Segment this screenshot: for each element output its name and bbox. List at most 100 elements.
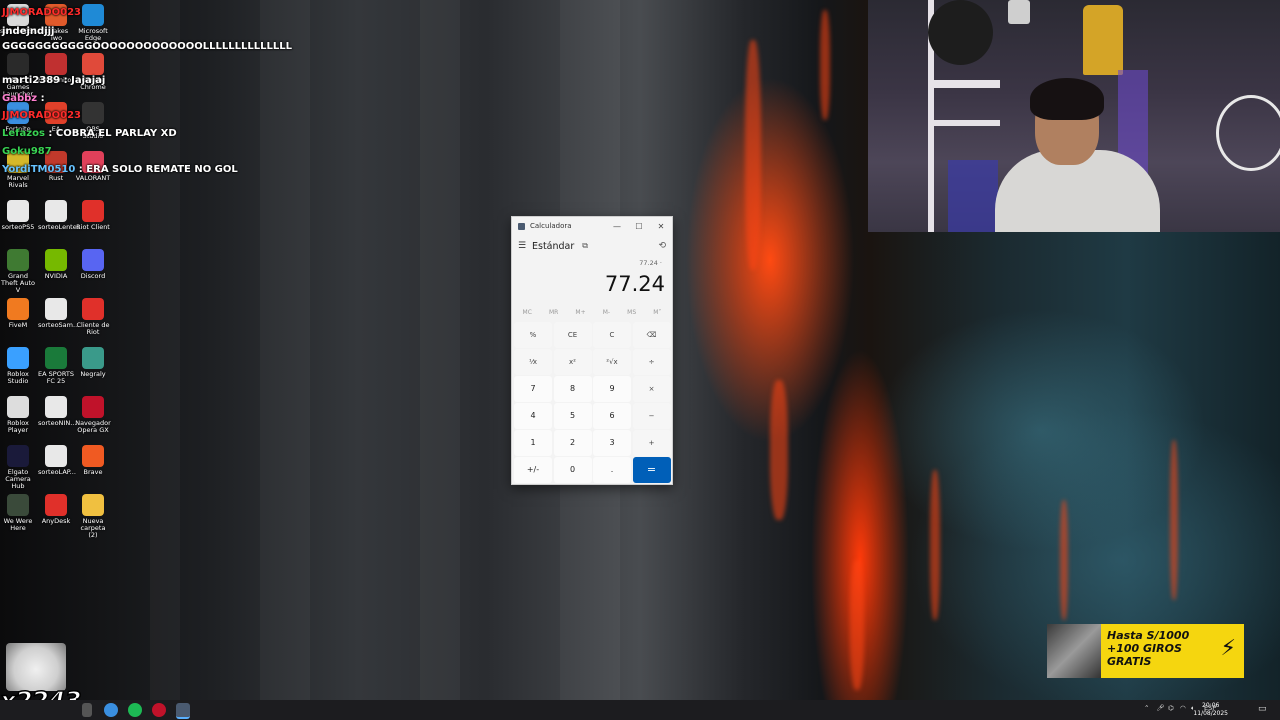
task-view-icon[interactable] <box>82 703 92 717</box>
digit-4-button[interactable]: 4 <box>514 403 552 429</box>
chat-username: marti2389 <box>2 75 61 86</box>
calculator-window[interactable]: Calculadora — ☐ ✕ ☰ Estándar ⧉ ⟲ 77.24 ·… <box>511 216 673 485</box>
calculator-titlebar[interactable]: Calculadora — ☐ ✕ <box>512 217 672 235</box>
memory-button[interactable]: M- <box>603 309 610 316</box>
desktop-icon[interactable]: sorteoSam... <box>38 298 79 329</box>
memory-button[interactable]: M˅ <box>653 309 661 316</box>
desktop-icon-label: Marvel Rivals <box>7 174 29 189</box>
fc25-icon <box>45 347 67 369</box>
bark-texture <box>260 0 310 700</box>
memory-button[interactable]: M+ <box>575 309 585 316</box>
add-button[interactable]: + <box>632 430 671 456</box>
calculator-taskbar-icon[interactable] <box>176 703 190 719</box>
keep-on-top-icon[interactable]: ⧉ <box>582 241 588 251</box>
desktop-icon[interactable]: Grand Theft Auto V <box>0 249 36 294</box>
desktop-icon[interactable]: Negraly <box>75 347 111 378</box>
desktop-icon[interactable]: Roblox Player <box>0 396 36 434</box>
desktop-icon[interactable]: Elgato Camera Hub <box>0 445 36 490</box>
clock[interactable]: 20:06 11/08/2025 <box>1193 702 1228 718</box>
tray-chevron-icon[interactable]: ⌃ <box>1144 704 1149 712</box>
chat-separator: : <box>60 75 72 86</box>
backspace-button[interactable]: ⌫ <box>632 322 671 348</box>
chat-username: JJMORADO023 <box>2 110 82 121</box>
digit-1-button[interactable]: 1 <box>514 430 552 456</box>
desktop-icon-label: Elgato Camera Hub <box>5 468 31 490</box>
riot-icon <box>82 298 104 320</box>
close-icon[interactable]: ✕ <box>650 222 672 231</box>
divide-button[interactable]: ÷ <box>632 349 671 375</box>
desktop-icon[interactable]: Navegador Opera GX <box>75 396 111 434</box>
digit-9-button[interactable]: 9 <box>593 376 631 402</box>
desktop-icon-label: Discord <box>80 272 106 280</box>
clear-button[interactable]: C <box>593 322 631 348</box>
clear-entry-button[interactable]: CE <box>553 322 592 348</box>
digit-8-button[interactable]: 8 <box>553 376 592 402</box>
desktop-icon[interactable]: Roblox Studio <box>0 347 36 385</box>
document-icon <box>45 298 67 320</box>
result-display: 77.24 <box>604 272 665 296</box>
digit-3-button[interactable]: 3 <box>593 430 631 456</box>
cat-emote-image <box>6 643 66 691</box>
desktop-icon[interactable]: sorteoNIN... <box>38 396 77 427</box>
promo-line-2: +100 GIROS <box>1107 642 1182 655</box>
promo-line-3: GRATIS <box>1107 655 1152 668</box>
digit-7-button[interactable]: 7 <box>514 376 552 402</box>
subtract-button[interactable]: − <box>632 403 671 429</box>
memory-button[interactable]: MS <box>627 309 636 316</box>
desktop-icon[interactable]: Riot Client <box>75 200 111 231</box>
percent-button[interactable]: % <box>514 322 552 348</box>
clock-date: 11/08/2025 <box>1193 710 1228 717</box>
negate-button[interactable]: +/- <box>514 457 552 483</box>
opera-taskbar-icon[interactable] <box>152 703 166 717</box>
reciprocal-button[interactable]: ⅟x <box>514 349 552 375</box>
desktop-icon-label: sorteoNIN... <box>38 419 77 427</box>
square-root-button[interactable]: ²√x <box>593 349 631 375</box>
desktop-icon-label: Nueva carpeta (2) <box>80 517 106 539</box>
desktop-icon[interactable]: sorteoPS5 <box>0 200 36 231</box>
desktop-icon-label: sorteoPS5 <box>1 223 35 231</box>
desktop-icon[interactable]: sorteoLAP... <box>38 445 76 476</box>
chat-username: jndejndjjj <box>2 26 55 37</box>
decimal-button[interactable]: . <box>593 457 631 483</box>
wifi-icon[interactable]: ◠ <box>1180 704 1186 712</box>
keypad: % CE C ⌫ ⅟x x² ²√x ÷ 7 8 9 × 4 5 6− 1 2 3 + +/- 0. = <box>512 319 672 483</box>
lava-crack <box>1060 500 1068 620</box>
desktop-icon[interactable]: sorteoLentes <box>38 200 80 231</box>
memory-button[interactable]: MR <box>549 309 558 316</box>
hamburger-menu-icon[interactable]: ☰ <box>518 241 532 251</box>
desktop-icon-label: EA SPORTS FC 25 <box>38 370 74 385</box>
memory-button[interactable]: MC <box>523 309 532 316</box>
equals-button[interactable]: = <box>632 457 671 483</box>
digit-0-button[interactable]: 0 <box>553 457 592 483</box>
square-button[interactable]: x² <box>553 349 592 375</box>
desktop-icon[interactable]: AnyDesk <box>38 494 74 525</box>
digit-6-button[interactable]: 6 <box>593 403 631 429</box>
minimize-icon[interactable]: — <box>606 222 628 231</box>
digit-5-button[interactable]: 5 <box>553 403 592 429</box>
multiply-button[interactable]: × <box>632 376 671 402</box>
calculator-app-icon <box>518 222 525 230</box>
chat-message: Gabbz : <box>2 93 48 104</box>
microphone-icon[interactable]: 🎤︎ <box>1156 704 1164 712</box>
desktop-icon[interactable]: We Were Here <box>0 494 36 532</box>
window-title: Calculadora <box>530 222 572 230</box>
lava-crack <box>930 470 940 620</box>
desktop-icon[interactable]: FiveM <box>0 298 36 329</box>
chrome-icon <box>82 53 104 75</box>
desktop-icon[interactable]: EA SPORTS FC 25 <box>38 347 74 385</box>
history-icon[interactable]: ⟲ <box>658 241 666 251</box>
desktop-icon[interactable]: Nueva carpeta (2) <box>75 494 111 539</box>
desktop-icon[interactable]: NVIDIA <box>38 249 74 280</box>
digit-2-button[interactable]: 2 <box>553 430 592 456</box>
expression-display: 77.24 · <box>639 259 662 267</box>
desktop-icon[interactable]: Cliente de Riot <box>75 298 111 336</box>
maximize-icon[interactable]: ☐ <box>628 222 650 231</box>
notifications-icon[interactable]: ▭ <box>1258 704 1267 714</box>
promo-banner[interactable]: Hasta S/1000 +100 GIROS GRATIS ⚡ <box>1047 624 1244 678</box>
chrome-taskbar-icon[interactable] <box>104 703 118 717</box>
desktop-icon-label: Roblox Studio <box>7 370 29 385</box>
network-icon[interactable]: ⌬ <box>1168 704 1174 712</box>
desktop-icon[interactable]: Discord <box>75 249 111 280</box>
desktop-icon[interactable]: Brave <box>75 445 111 476</box>
spotify-taskbar-icon[interactable] <box>128 703 142 717</box>
